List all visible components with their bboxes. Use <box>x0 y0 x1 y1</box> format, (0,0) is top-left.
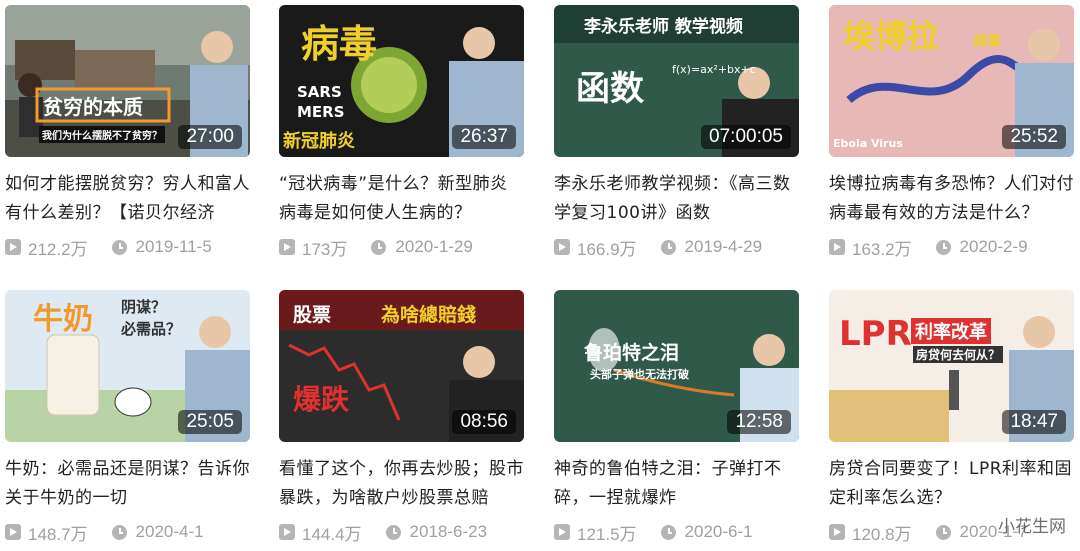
thumbnail-label: f(x)=ax²+bx+c <box>672 63 756 76</box>
play-count-icon <box>554 239 570 255</box>
video-title[interactable]: 房贷合同要变了！LPR利率和固定利率怎么选？ <box>829 455 1074 513</box>
clock-icon <box>660 524 676 540</box>
video-title[interactable]: 神奇的鲁伯特之泪：子弹打不碎，一捏就爆炸 <box>554 455 799 513</box>
video-thumbnail[interactable]: 李永乐老师 教学视频 函数 f(x)=ax²+bx+c 07:00:05 <box>554 5 799 157</box>
thumbnail-subtitle-text: 我们为什么摆脱不了贫穷？ <box>39 126 165 143</box>
video-meta: 212.2万 2019-11-5 <box>5 236 250 259</box>
watermark: 小花生网 <box>998 517 1066 537</box>
publish-date: 2020-2-9 <box>959 237 1028 256</box>
thumbnail-label: 必需品？ <box>121 320 182 338</box>
video-title[interactable]: 牛奶：必需品还是阴谋？告诉你关于牛奶的一切 <box>5 455 250 513</box>
duration-badge: 25:52 <box>1002 125 1066 149</box>
video-meta: 163.2万 2020-2-9 <box>829 236 1074 259</box>
thumbnail-label: 病毒 <box>973 34 1001 50</box>
thumbnail-title-text: 為啥總賠錢 <box>381 304 477 326</box>
duration-badge: 27:00 <box>178 125 242 149</box>
thumbnail-label: 头部子弹也无法打破 <box>590 368 689 381</box>
publish-date: 2019-11-5 <box>135 237 212 256</box>
publish-date: 2018-6-23 <box>409 522 488 541</box>
thumbnail-label: SARS <box>297 83 342 101</box>
video-card[interactable]: 牛奶 阴谋？ 必需品？ 25:05 牛奶：必需品还是阴谋？告诉你关于牛奶的一切 … <box>5 290 250 544</box>
thumbnail-title-text: 埃博拉 <box>843 17 940 55</box>
video-thumbnail[interactable]: LPR 利率改革 房贷何去何从？ 18:47 <box>829 290 1074 442</box>
video-meta: 144.4万 2018-6-23 <box>279 521 524 544</box>
view-count: 144.4万 <box>302 524 362 544</box>
view-count: 148.7万 <box>28 524 88 544</box>
clock-icon <box>935 524 951 540</box>
thumbnail-label: 新冠肺炎 <box>283 131 355 152</box>
video-title[interactable]: 看懂了这个，你再去炒股；股市暴跌，为啥散户炒股票总赔 <box>279 455 524 513</box>
video-title[interactable]: “冠状病毒”是什么？新型肺炎病毒是如何使人生病的？ <box>279 170 524 228</box>
thumbnail-title-text: 鲁珀特之泪 <box>584 342 680 364</box>
video-card[interactable]: 病毒 SARS MERS 新冠肺炎 26:37 “冠状病毒”是什么？新型肺炎病毒… <box>279 5 524 259</box>
play-count-icon <box>279 239 295 255</box>
video-title[interactable]: 埃博拉病毒有多恐怖？人们对付病毒最有效的方法是什么？ <box>829 170 1074 228</box>
duration-badge: 18:47 <box>1002 410 1066 434</box>
video-thumbnail[interactable]: 股票 為啥總賠錢 爆跌 08:56 <box>279 290 524 442</box>
duration-badge: 07:00:05 <box>701 125 791 149</box>
publish-date: 2019-4-29 <box>684 237 763 256</box>
thumbnail-label: 股票 <box>293 304 332 326</box>
duration-badge: 08:56 <box>452 410 516 434</box>
clock-icon <box>111 239 127 255</box>
video-card[interactable]: LPR 利率改革 房贷何去何从？ 18:47 房贷合同要变了！LPR利率和固定利… <box>829 290 1074 544</box>
thumbnail-title-text: 牛奶 <box>33 302 93 337</box>
video-thumbnail[interactable]: 埃博拉 病毒 Ebola Virus 25:52 <box>829 5 1074 157</box>
video-thumbnail[interactable]: 贫穷的本质 我们为什么摆脱不了贫穷？ 27:00 <box>5 5 250 157</box>
thumbnail-label: 爆跌 <box>293 383 350 416</box>
view-count: 120.8万 <box>852 524 912 544</box>
clock-icon <box>935 239 951 255</box>
thumbnail-label: 房贷何去何从？ <box>913 346 1004 363</box>
clock-icon <box>371 239 387 255</box>
video-card[interactable]: 李永乐老师 教学视频 函数 f(x)=ax²+bx+c 07:00:05 李永乐… <box>554 5 799 259</box>
thumbnail-label: MERS <box>297 103 345 121</box>
video-card[interactable]: 埃博拉 病毒 Ebola Virus 25:52 埃博拉病毒有多恐怖？人们对付病… <box>829 5 1074 259</box>
video-thumbnail[interactable]: 鲁珀特之泪 头部子弹也无法打破 12:58 <box>554 290 799 442</box>
play-count-icon <box>5 524 21 540</box>
play-count-icon <box>829 239 845 255</box>
play-count-icon <box>279 524 295 540</box>
thumbnail-label: 阴谋？ <box>121 298 167 316</box>
clock-icon <box>111 524 127 540</box>
video-meta: 166.9万 2019-4-29 <box>554 236 799 259</box>
video-card[interactable]: 股票 為啥總賠錢 爆跌 08:56 看懂了这个，你再去炒股；股市暴跌，为啥散户炒… <box>279 290 524 544</box>
thumbnail-title-text: 李永乐老师 教学视频 <box>584 17 743 37</box>
video-grid: 贫穷的本质 我们为什么摆脱不了贫穷？ 27:00 如何才能摆脱贫穷？穷人和富人有… <box>0 0 1080 551</box>
video-card[interactable]: 鲁珀特之泪 头部子弹也无法打破 12:58 神奇的鲁伯特之泪：子弹打不碎，一捏就… <box>554 290 799 544</box>
video-meta: 121.5万 2020-6-1 <box>554 521 799 544</box>
video-title[interactable]: 李永乐老师教学视频：《高三数学复习100讲》函数 <box>554 170 799 228</box>
publish-date: 2020-6-1 <box>684 522 753 541</box>
play-count-icon <box>829 524 845 540</box>
thumbnail-label: 利率改革 <box>911 318 991 344</box>
video-card[interactable]: 贫穷的本质 我们为什么摆脱不了贫穷？ 27:00 如何才能摆脱贫穷？穷人和富人有… <box>5 5 250 259</box>
video-meta: 173万 2020-1-29 <box>279 236 524 259</box>
view-count: 166.9万 <box>577 239 637 259</box>
thumbnail-label: 函数 <box>576 69 644 109</box>
duration-badge: 12:58 <box>727 410 791 434</box>
view-count: 212.2万 <box>28 239 88 259</box>
clock-icon <box>385 524 401 540</box>
duration-badge: 25:05 <box>178 410 242 434</box>
play-count-icon <box>5 239 21 255</box>
video-title[interactable]: 如何才能摆脱贫穷？穷人和富人有什么差别？【诺贝尔经济 <box>5 170 250 228</box>
thumbnail-title-text: 贫穷的本质 <box>43 95 143 119</box>
thumbnail-title-text: 病毒 <box>301 22 378 66</box>
view-count: 121.5万 <box>577 524 637 544</box>
view-count: 163.2万 <box>852 239 912 259</box>
view-count: 173万 <box>302 239 348 259</box>
publish-date: 2020-1-29 <box>395 237 473 256</box>
clock-icon <box>660 239 676 255</box>
video-meta: 148.7万 2020-4-1 <box>5 521 250 544</box>
video-thumbnail[interactable]: 病毒 SARS MERS 新冠肺炎 26:37 <box>279 5 524 157</box>
thumbnail-label: Ebola Virus <box>833 137 903 150</box>
thumbnail-title-text: LPR <box>839 314 912 354</box>
publish-date: 2020-4-1 <box>135 522 204 541</box>
duration-badge: 26:37 <box>452 125 516 149</box>
play-count-icon <box>554 524 570 540</box>
video-thumbnail[interactable]: 牛奶 阴谋？ 必需品？ 25:05 <box>5 290 250 442</box>
